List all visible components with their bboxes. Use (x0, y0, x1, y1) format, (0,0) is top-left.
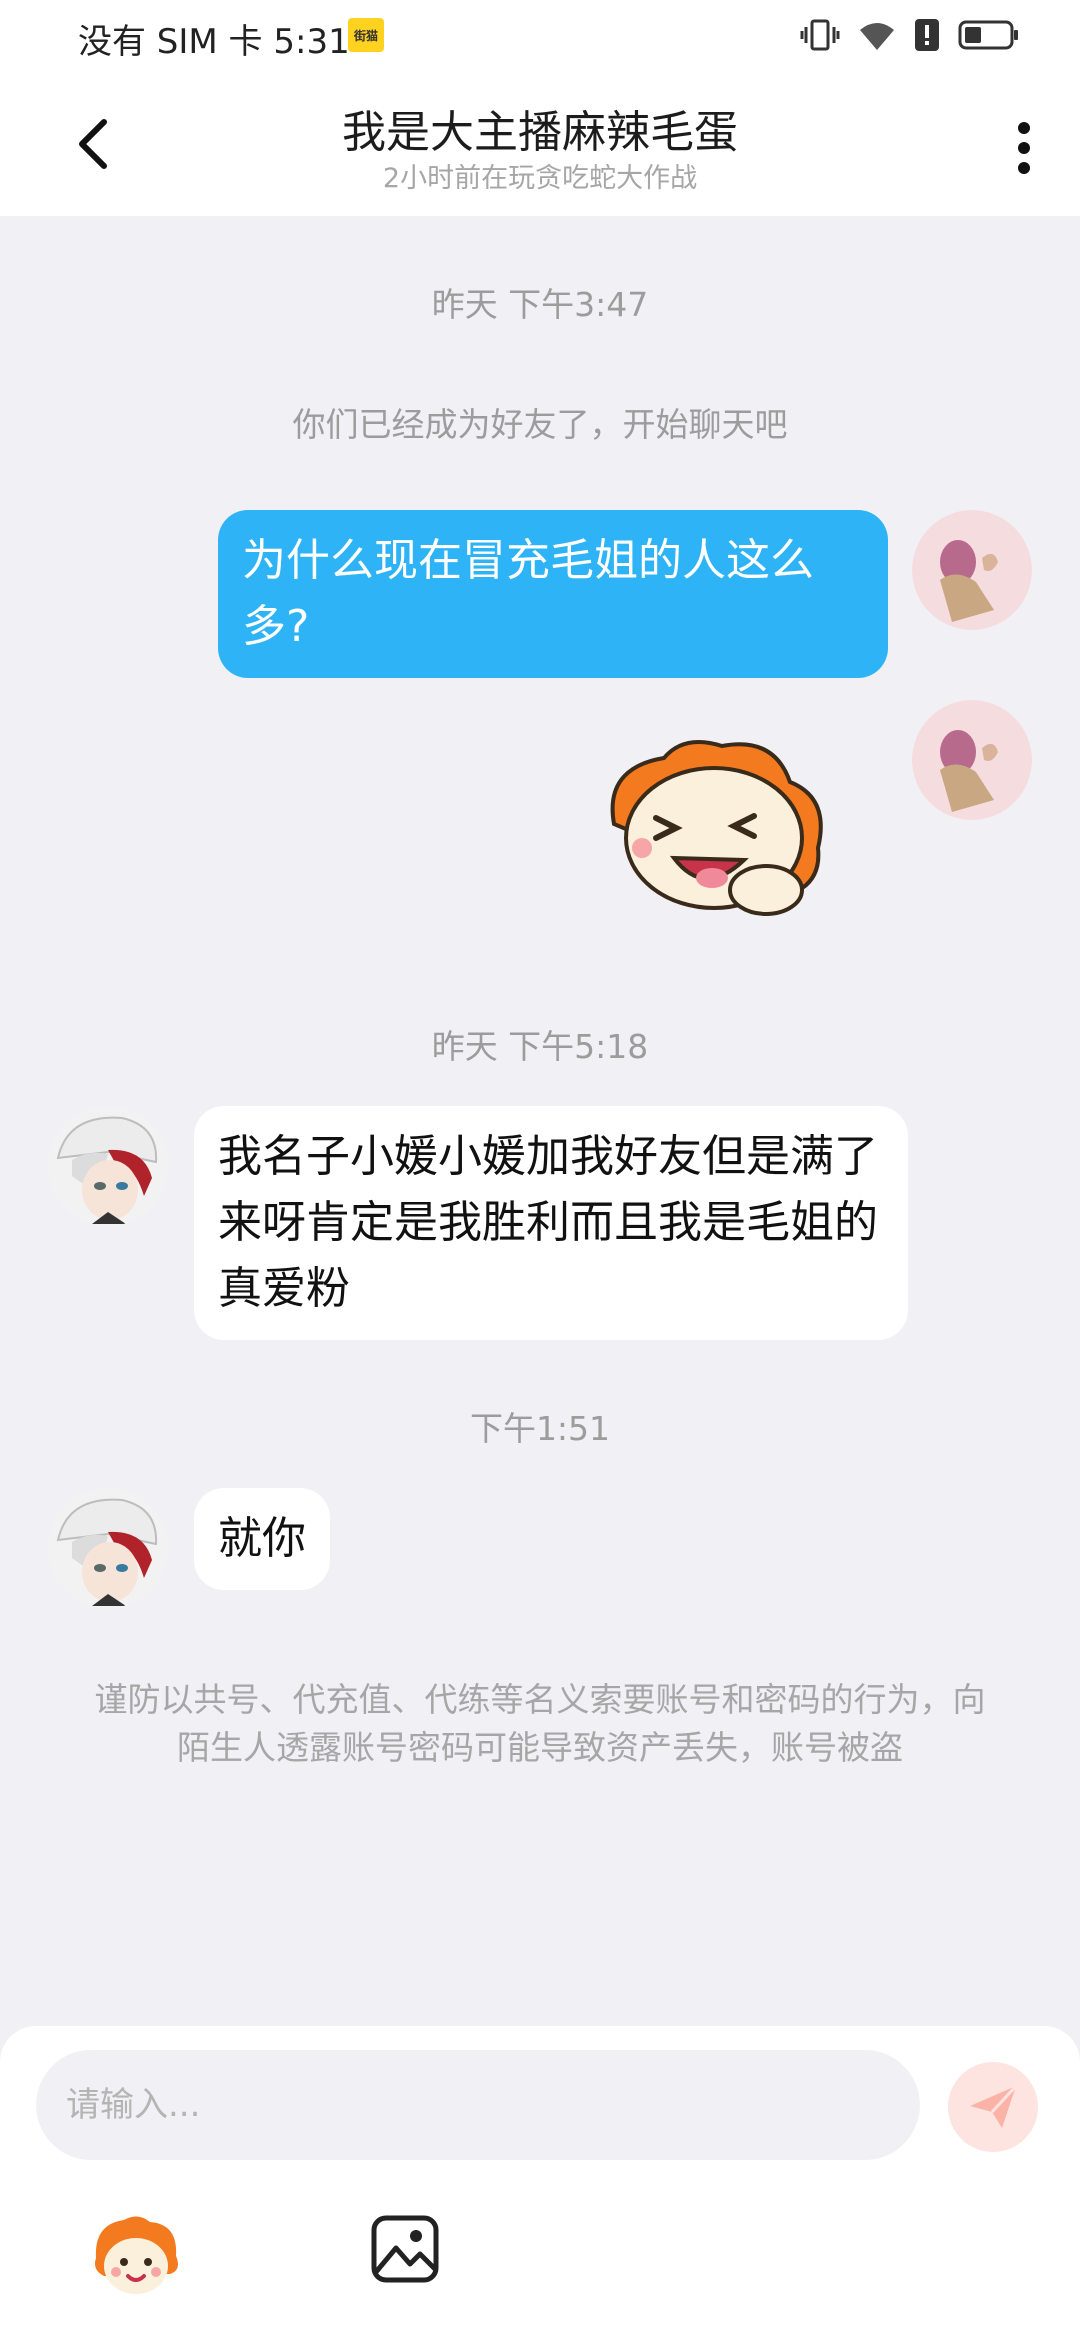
send-button[interactable] (948, 2062, 1038, 2152)
emoji-icon (95, 2216, 178, 2294)
message-timestamp: 下午1:51 (469, 1409, 611, 1448)
my-avatar[interactable] (912, 510, 1032, 630)
alert-icon (915, 19, 939, 51)
system-icons (800, 16, 1020, 54)
contact-activity: 2小时前在玩贪吃蛇大作战 (382, 163, 698, 194)
incoming-message[interactable]: 我名子小媛小媛加我好友但是满了来呀肯定是我胜利而且我是毛姐的真爱粉 (194, 1106, 908, 1340)
contact-avatar[interactable] (48, 1106, 168, 1226)
more-options-button[interactable] (1004, 116, 1044, 180)
wifi-icon (860, 23, 894, 50)
sticker-message[interactable] (594, 728, 840, 926)
incoming-message[interactable]: 就你 (194, 1488, 330, 1590)
status-bar: 没有 SIM 卡 5:31 街猫 (0, 0, 1080, 72)
my-avatar[interactable] (912, 700, 1032, 820)
send-icon (970, 2084, 1018, 2128)
image-icon (371, 2215, 439, 2283)
laughing-sticker-icon (610, 740, 823, 916)
outgoing-message[interactable]: 为什么现在冒充毛姐的人这么多? (218, 510, 888, 678)
message-timestamp: 昨天 下午3:47 (431, 285, 649, 324)
contact-avatar[interactable] (48, 1488, 168, 1608)
input-bar (0, 2026, 1080, 2340)
system-notice: 你们已经成为好友了，开始聊天吧 (292, 405, 788, 444)
chat-header: 我是大主播麻辣毛蛋 2小时前在玩贪吃蛇大作战 (0, 72, 1080, 216)
message-timestamp: 昨天 下午5:18 (431, 1027, 649, 1066)
more-vert-icon (1018, 122, 1030, 174)
contact-name: 我是大主播麻辣毛蛋 (342, 107, 738, 158)
battery-icon (958, 20, 1018, 50)
message-input[interactable] (36, 2050, 920, 2160)
sticker-button[interactable] (90, 2210, 182, 2302)
image-picker-button[interactable] (370, 2214, 440, 2284)
app-notification-badge: 街猫 (348, 18, 384, 52)
status-carrier-time: 没有 SIM 卡 5:31 (78, 22, 350, 62)
vibrate-icon (800, 19, 840, 51)
security-warning: 谨防以共号、代充值、代练等名义索要账号和密码的行为，向陌生人透露账号密码可能导致… (94, 1680, 986, 1767)
